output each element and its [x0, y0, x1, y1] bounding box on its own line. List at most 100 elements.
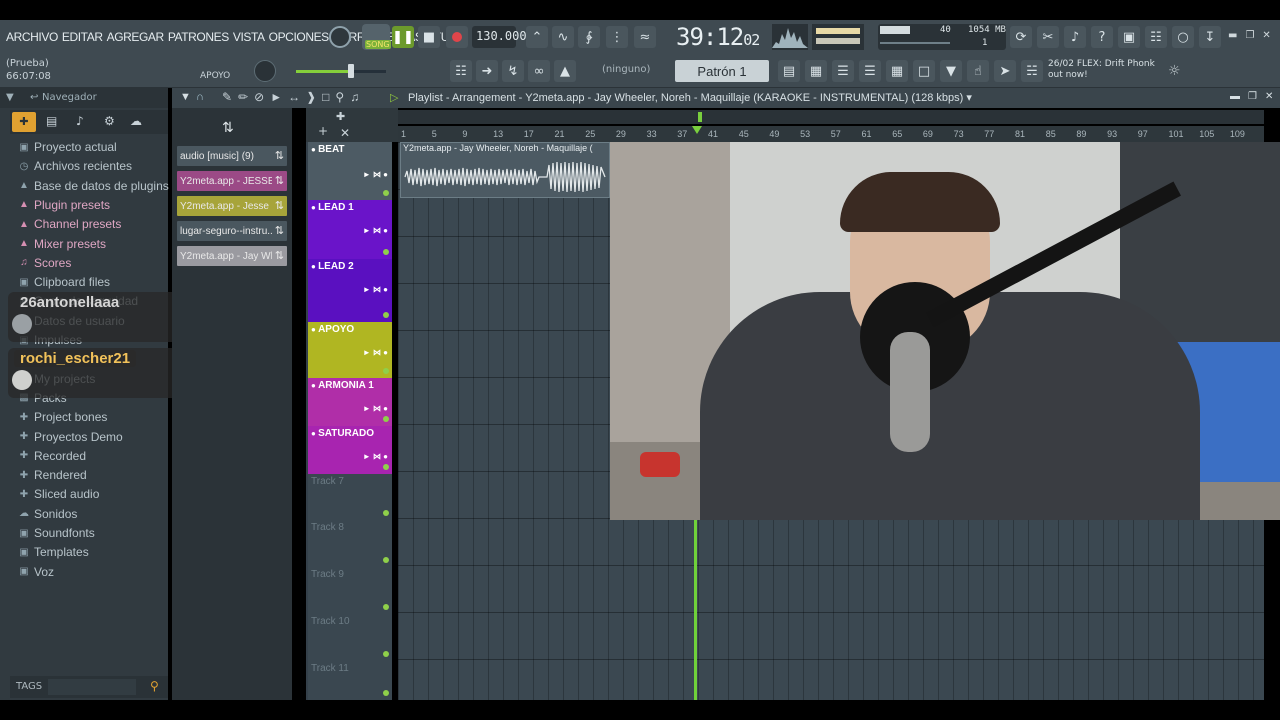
- track-enable-led[interactable]: [383, 249, 389, 255]
- browser-item[interactable]: ▲ Base de datos de plugins: [18, 177, 169, 195]
- track-enable-led[interactable]: [383, 368, 389, 374]
- browser-item[interactable]: ▲ Plugin presets: [18, 196, 110, 214]
- track-enable-led[interactable]: [383, 557, 389, 563]
- tags-input[interactable]: [48, 679, 136, 695]
- magnet-icon[interactable]: ∩: [196, 91, 204, 103]
- track-header[interactable]: Track 9: [308, 567, 392, 614]
- master-volume-knob[interactable]: [329, 26, 351, 48]
- blend-notes-icon[interactable]: ≈: [634, 26, 656, 48]
- pitch-knob[interactable]: [254, 60, 276, 82]
- search-icon[interactable]: ⚲: [150, 679, 159, 693]
- wait-input-icon[interactable]: ∿: [552, 26, 574, 48]
- piano-roll-icon[interactable]: ▦: [805, 60, 827, 82]
- step-edit-icon[interactable]: ⋮: [606, 26, 628, 48]
- track-menu-icon[interactable]: ●: [311, 145, 318, 154]
- tempo-display[interactable]: 130.000: [472, 26, 527, 48]
- maximize-icon[interactable]: ❐: [1245, 30, 1254, 41]
- touch-icon[interactable]: ☝: [967, 60, 989, 82]
- track-mute-solo-controls[interactable]: ►​ ⋈ ●: [363, 452, 388, 461]
- save-icon[interactable]: ▣: [1118, 26, 1140, 48]
- stop-button[interactable]: ■: [418, 26, 440, 48]
- track-header[interactable]: ● BEAT ►​ ⋈ ●: [308, 142, 392, 200]
- track-enable-led[interactable]: [383, 510, 389, 516]
- add-track-icon[interactable]: +: [318, 124, 328, 138]
- browser-icon[interactable]: ▦: [886, 60, 908, 82]
- record-button[interactable]: [446, 26, 468, 48]
- track-header[interactable]: Track 10: [308, 614, 392, 661]
- track-menu-icon[interactable]: ●: [311, 381, 318, 390]
- arrange-tool-icon[interactable]: ✚: [336, 110, 345, 123]
- browser-item[interactable]: ✚ Project bones: [18, 408, 108, 426]
- slip-tool-icon[interactable]: ↔: [288, 90, 300, 104]
- stamp-icon[interactable]: ▲: [554, 60, 576, 82]
- track-menu-icon[interactable]: ●: [311, 325, 318, 334]
- browser-item[interactable]: ▣ Templates: [18, 543, 88, 561]
- browser-item[interactable]: ▣ Voz: [18, 563, 54, 581]
- link-icon[interactable]: ∞: [528, 60, 550, 82]
- track-enable-led[interactable]: [383, 464, 389, 470]
- browser-all-tab-icon[interactable]: ✚: [12, 112, 36, 132]
- menu-item[interactable]: VISTA: [233, 30, 265, 46]
- delete-tool-icon[interactable]: ⊘: [254, 90, 264, 104]
- play-pattern-icon[interactable]: ▷: [390, 91, 398, 104]
- track-header[interactable]: ● ARMONIA 1 ►​ ⋈ ●: [308, 378, 392, 426]
- pattern-selector[interactable]: Patrón 1: [675, 60, 769, 82]
- draw-tool-icon[interactable]: ✎: [222, 90, 232, 104]
- track-header[interactable]: ● APOYO ►​ ⋈ ●: [308, 322, 392, 378]
- track-mute-solo-controls[interactable]: ►​ ⋈ ●: [363, 404, 388, 413]
- browser-item[interactable]: ▣ Proyecto actual: [18, 138, 116, 156]
- track-enable-led[interactable]: [383, 651, 389, 657]
- download-icon[interactable]: ↧: [1199, 26, 1221, 48]
- audio-clip[interactable]: Y2meta.app - Jay Wheeler, Noreh - Maquil…: [400, 142, 610, 198]
- track-enable-led[interactable]: [383, 690, 389, 696]
- minimize-icon[interactable]: ▬: [1230, 91, 1240, 102]
- speaker-icon[interactable]: ♫: [350, 90, 359, 104]
- menu-item[interactable]: AGREGAR: [107, 30, 165, 46]
- track-menu-icon[interactable]: ●: [311, 203, 318, 212]
- refresh-icon[interactable]: ⟳: [1010, 26, 1032, 48]
- browser-item[interactable]: ☁ Sonidos: [18, 505, 77, 523]
- playlist-menu-icon[interactable]: ▼: [180, 91, 191, 103]
- track-mute-solo-controls[interactable]: ►​ ⋈ ●: [363, 170, 388, 179]
- picker-clip[interactable]: lugar-seguro--instru... ⇅: [177, 221, 287, 241]
- browser-back-icon[interactable]: ↩: [30, 92, 38, 103]
- picker-clip[interactable]: Y2meta.app - Jesse &...⇅: [177, 196, 287, 216]
- browser-item[interactable]: ✚ Sliced audio: [18, 485, 100, 503]
- piano-icon[interactable]: ☷: [450, 60, 472, 82]
- help-icon[interactable]: ?: [1091, 26, 1113, 48]
- track-mute-solo-controls[interactable]: ►​ ⋈ ●: [363, 226, 388, 235]
- playhead-marker-icon[interactable]: [692, 126, 702, 134]
- zoom-tool-icon[interactable]: ⚲: [335, 90, 344, 104]
- track-enable-led[interactable]: [383, 312, 389, 318]
- track-header[interactable]: Track 7: [308, 474, 392, 520]
- mixer-icon[interactable]: ☰: [859, 60, 881, 82]
- track-enable-led[interactable]: [383, 416, 389, 422]
- track-enable-led[interactable]: [383, 190, 389, 196]
- news-panel[interactable]: 26/02 FLEX: Drift Phonk out now!: [1048, 59, 1178, 81]
- track-enable-led[interactable]: [383, 604, 389, 610]
- maximize-icon[interactable]: ❐: [1248, 91, 1257, 102]
- playlist-icon[interactable]: ▤: [778, 60, 800, 82]
- track-menu-icon[interactable]: ●: [311, 262, 318, 271]
- browser-plugin-tab-icon[interactable]: ⚙: [104, 114, 115, 128]
- close-icon[interactable]: ✕: [1262, 30, 1270, 41]
- browser-item[interactable]: ▣ Soundfonts: [18, 524, 94, 542]
- plugin-picker-icon[interactable]: □: [913, 60, 935, 82]
- close-track-icon[interactable]: ✕: [340, 126, 350, 140]
- globe-icon[interactable]: ☼: [1168, 63, 1181, 79]
- song-time-display[interactable]: 39:1202: [676, 23, 760, 51]
- mute-tool-icon[interactable]: ►: [270, 90, 282, 104]
- cart-icon[interactable]: ☵: [1021, 60, 1043, 82]
- plugin-icon[interactable]: ☷: [1145, 26, 1167, 48]
- browser-item[interactable]: ✚ Recorded: [18, 447, 86, 465]
- minimize-icon[interactable]: ▬: [1228, 30, 1237, 41]
- menu-item[interactable]: OPCIONES: [269, 30, 330, 46]
- track-mute-solo-controls[interactable]: ►​ ⋈ ●: [363, 348, 388, 357]
- select-tool-icon[interactable]: □: [322, 90, 329, 104]
- close-icon[interactable]: ✕: [1265, 91, 1273, 102]
- scroll-overview[interactable]: [398, 110, 1264, 124]
- track-header[interactable]: Track 11: [308, 661, 392, 700]
- browser-item[interactable]: ▣ Clipboard files: [18, 273, 110, 291]
- pause-button[interactable]: ❚❚: [392, 26, 414, 48]
- browser-menu-icon[interactable]: ▼: [6, 92, 14, 103]
